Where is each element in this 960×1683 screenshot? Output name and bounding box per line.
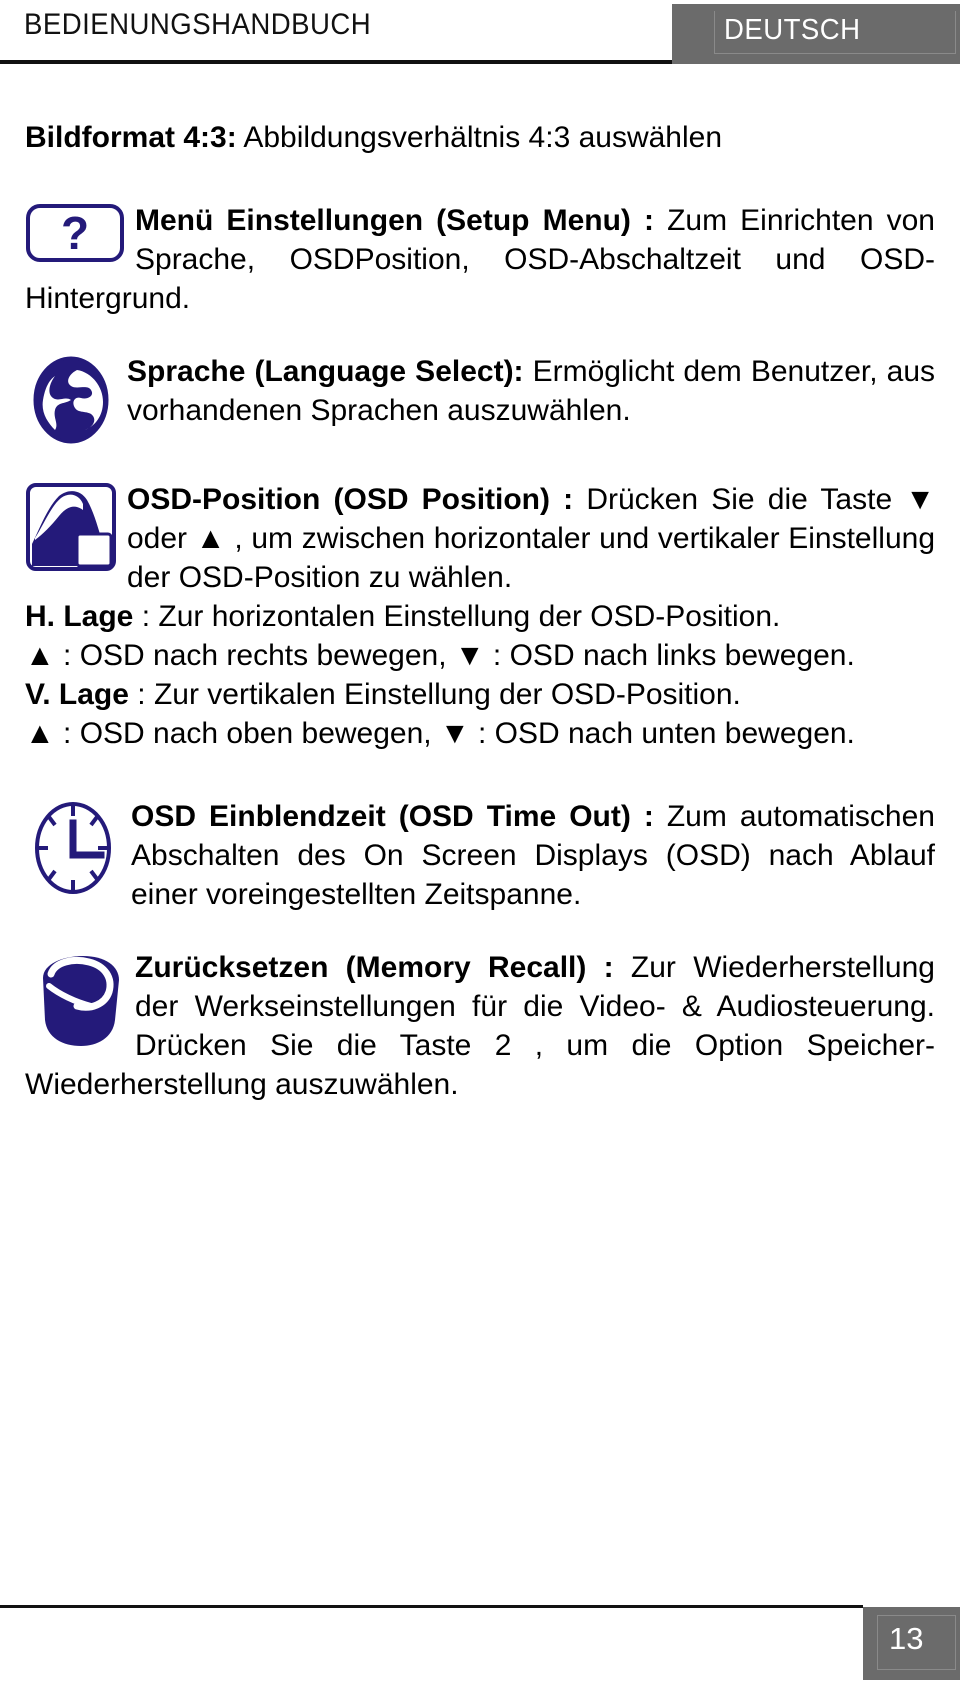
setup-menu-lead: Menü Einstellungen (Setup Menu): [135, 204, 631, 237]
footer-divider-rule: [0, 1605, 863, 1608]
header-divider-rule: [0, 60, 672, 64]
osd-time-out-separator: :: [630, 800, 667, 833]
memory-recall-lead: Zurücksetzen (Memory Recall): [135, 951, 587, 984]
osd-position-icon: [25, 482, 117, 572]
osd-position-section: OSD-Position (OSD Position) : Drücken Si…: [25, 480, 935, 597]
svg-text:?: ?: [61, 207, 89, 259]
memory-recall-section: Zurücksetzen (Memory Recall) : Zur Wiede…: [25, 948, 935, 1104]
osd-time-out-section: OSD Einblendzeit (OSD Time Out) : Zum au…: [25, 797, 935, 914]
clock-icon: [25, 799, 121, 897]
page-number-label: 13: [889, 1621, 924, 1656]
h-lage-keys-paragraph: ▲ : OSD nach rechts bewegen, ▼ : OSD nac…: [25, 639, 855, 672]
v-lage-paragraph: V. Lage : Zur vertikalen Einstellung der…: [25, 675, 935, 714]
language-select-section: Sprache (Language Select): Ermöglicht de…: [25, 352, 935, 446]
bucket-icon: [25, 950, 125, 1050]
language-badge-label: DEUTSCH: [724, 14, 861, 46]
osd-time-out-lead: OSD Einblendzeit (OSD Time Out): [131, 800, 631, 833]
osd-position-lead: OSD-Position (OSD Position): [127, 483, 550, 516]
v-lage-keys-paragraph: ▲ : OSD nach oben bewegen, ▼ : OSD nach …: [25, 717, 855, 750]
page-header: BEDIENUNGSHANDBUCH DEUTSCH: [0, 0, 960, 66]
memory-recall-separator: :: [586, 951, 631, 984]
v-lage-lead: V. Lage: [25, 678, 129, 711]
language-select-lead: Sprache (Language Select):: [127, 355, 524, 388]
setup-menu-paragraph: Menü Einstellungen (Setup Menu) : Zum Ei…: [25, 201, 935, 318]
memory-recall-paragraph: Zurücksetzen (Memory Recall) : Zur Wiede…: [25, 948, 935, 1104]
v-lage-body: : Zur vertikalen Einstellung der OSD-Pos…: [128, 678, 741, 711]
h-lage-paragraph: H. Lage : Zur horizontalen Einstellung d…: [25, 597, 935, 636]
globe-icon: [25, 354, 117, 446]
h-lage-body: : Zur horizontalen Einstellung der OSD-P…: [133, 600, 781, 633]
page-number-badge: 13: [863, 1607, 960, 1680]
manual-title: BEDIENUNGSHANDBUCH: [24, 8, 372, 41]
aspect-ratio-lead: Bildformat 4:3:: [25, 121, 237, 154]
setup-menu-section: ? Menü Einstellungen (Setup Menu) : Zum …: [25, 201, 935, 318]
question-mark-icon: ?: [25, 203, 125, 263]
osd-time-out-paragraph: OSD Einblendzeit (OSD Time Out) : Zum au…: [25, 797, 935, 914]
h-lage-lead: H. Lage: [25, 600, 134, 633]
osd-position-separator: :: [550, 483, 587, 516]
setup-menu-separator: :: [630, 204, 668, 237]
language-select-paragraph: Sprache (Language Select): Ermöglicht de…: [25, 352, 935, 430]
osd-position-paragraph: OSD-Position (OSD Position) : Drücken Si…: [25, 480, 935, 597]
aspect-ratio-paragraph: Bildformat 4:3: Abbildungsverhältnis 4:3…: [25, 118, 935, 157]
language-badge: DEUTSCH: [672, 4, 960, 64]
page-footer: 13: [0, 1587, 960, 1683]
document-content: Bildformat 4:3: Abbildungsverhältnis 4:3…: [25, 118, 935, 1104]
aspect-ratio-text: Abbildungsverhältnis 4:3 auswählen: [236, 121, 723, 154]
